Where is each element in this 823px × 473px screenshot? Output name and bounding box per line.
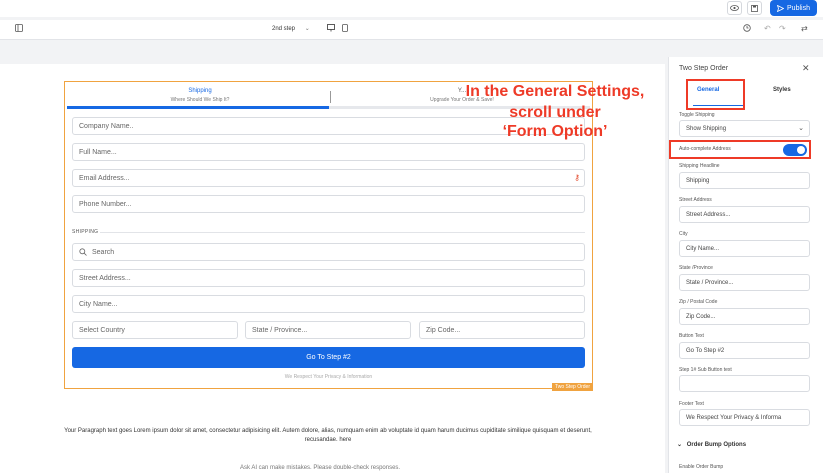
history-icon[interactable] [743,24,751,34]
order-bump-label: Order Bump Options [686,442,747,448]
shipping-headline-input[interactable]: Shipping [679,172,810,189]
layout-toggle-icon[interactable] [15,24,23,34]
city-input[interactable]: City Name... [72,295,585,313]
shipping-divider [100,232,585,233]
annotation-highlight-tab [686,79,745,110]
publish-label: Publish [787,4,810,12]
publish-button[interactable]: Publish [770,0,817,16]
search-placeholder: Search [92,248,115,256]
swap-icon[interactable]: ⇄ [801,24,808,33]
editor-toolbar: 2nd step ⌄ ↶ ↷ ⇄ [0,20,823,40]
settings-panel: Two Step Order ✕ General Styles Toggle S… [668,57,823,473]
undo-icon[interactable]: ↶ [764,24,771,33]
email-placeholder: Email Address... [79,174,130,182]
order-bump-section[interactable]: ⌄ Order Bump Options [677,441,746,448]
button-text-input[interactable]: Go To Step #2 [679,342,810,359]
tab-styles[interactable]: Styles [773,87,791,93]
step-selector-label: 2nd step [272,26,296,32]
state-input[interactable]: State / Province... [245,321,411,339]
step-selector[interactable]: 2nd step ⌄ [272,25,310,32]
street-address-input[interactable]: Street Address... [72,269,585,287]
annotation-highlight-toggle [669,140,811,159]
search-icon [79,248,87,256]
city-label: City [679,231,688,237]
street-address-label: Street Address [679,197,712,203]
send-icon [777,4,785,12]
email-input[interactable]: Email Address... ⚷ [72,169,585,187]
shipping-headline-label: Shipping Headline [679,163,720,169]
toggle-shipping-select[interactable]: Show Shipping ⌄ [679,120,810,137]
address-search-input[interactable]: Search [72,243,585,261]
zip-setting-input[interactable]: Zip Code... [679,308,810,325]
city-setting-input[interactable]: City Name... [679,240,810,257]
footer-text-label: Footer Text [679,401,704,407]
annotation-line-2: scroll under [509,104,601,121]
enable-order-bump-label: Enable Order Bump [679,464,724,470]
button-text-label: Button Text [679,333,704,339]
active-step-indicator [67,106,329,109]
redo-icon[interactable]: ↷ [779,24,786,33]
eye-icon[interactable] [727,1,742,15]
panel-title: Two Step Order [679,65,729,72]
chevron-down-icon: ⌄ [304,26,310,32]
ai-disclaimer: Ask AI can make mistakes. Please double-… [240,465,401,471]
full-name-input[interactable]: Full Name... [72,143,585,161]
step-1-subtitle: Where Should We Ship It? [170,97,230,103]
state-label: State /Province [679,265,713,271]
chevron-down-icon: ⌄ [798,125,804,132]
sub-button-text-label: Step 1# Sub Button text [679,367,732,373]
mobile-view-icon[interactable] [342,24,348,34]
paragraph-text[interactable]: Your Paragraph text goes Lorem ipsum dol… [62,427,594,445]
step-divider [330,91,331,103]
key-icon: ⚷ [574,173,580,182]
save-icon[interactable] [747,1,762,15]
sub-button-text-input[interactable] [679,375,810,392]
annotation-line-1: In the General Settings, [465,83,645,100]
shipping-section-label: SHIPPING [72,229,99,235]
street-address-setting-input[interactable]: Street Address... [679,206,810,223]
toggle-shipping-label: Toggle Shipping [679,112,715,118]
country-select[interactable]: Select Country [72,321,238,339]
privacy-footer: We Respect Your Privacy & Information [284,374,373,380]
footer-text-input[interactable]: We Respect Your Privacy & Informa [679,409,810,426]
state-setting-input[interactable]: State / Province... [679,274,810,291]
zip-label: Zip / Postal Code [679,299,718,305]
top-bar: Publish [0,0,823,17]
element-tag: Two Step Order [551,383,593,391]
phone-input[interactable]: Phone Number... [72,195,585,213]
desktop-view-icon[interactable] [327,24,335,34]
annotation-line-3: ‘Form Option’ [502,123,608,140]
zip-input[interactable]: Zip Code... [419,321,585,339]
close-icon[interactable]: ✕ [802,63,810,74]
step-1-title[interactable]: Shipping [100,88,300,94]
chevron-down-icon: ⌄ [677,442,683,448]
go-to-step-2-button[interactable]: Go To Step #2 [72,347,585,368]
toggle-shipping-value: Show Shipping [686,125,727,132]
